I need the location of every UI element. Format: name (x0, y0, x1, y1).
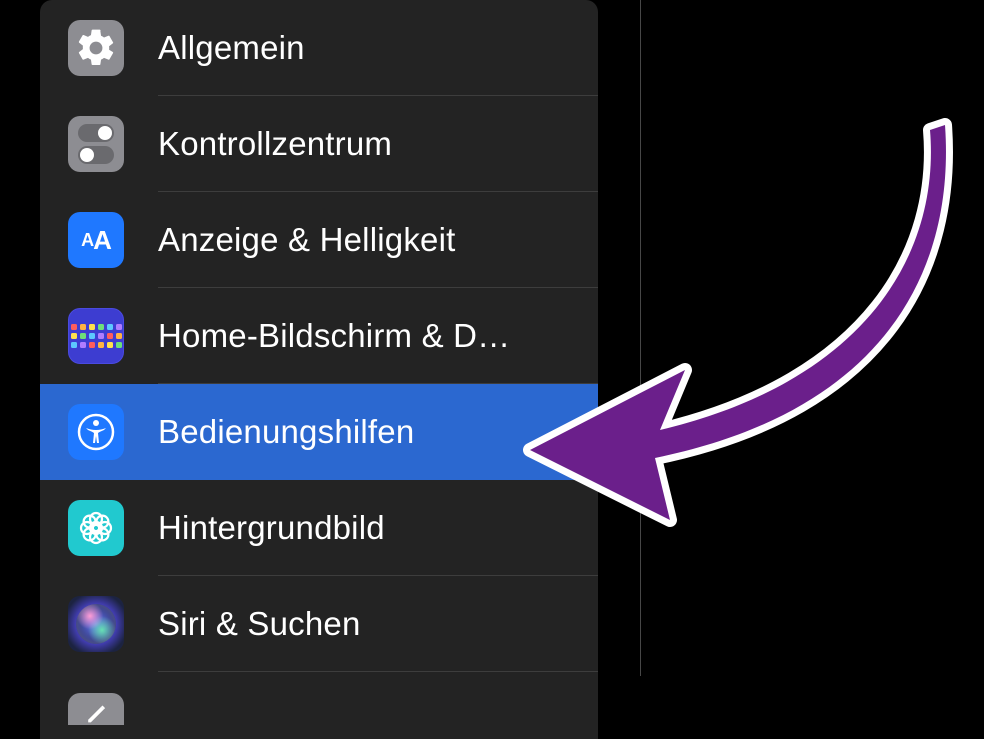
accessibility-icon (68, 404, 124, 460)
menu-item-label: Anzeige & Helligkeit (158, 221, 476, 259)
wallpaper-icon (68, 500, 124, 556)
menu-item-label: Bedienungshilfen (158, 413, 434, 451)
menu-item-siri[interactable]: Siri & Suchen (40, 576, 598, 672)
menu-item-accessibility[interactable]: Bedienungshilfen (40, 384, 598, 480)
menu-item-label: Home-Bildschirm & D… (158, 317, 530, 355)
menu-item-label: Hintergrundbild (158, 509, 405, 547)
menu-item-home-screen[interactable]: Home-Bildschirm & D… (40, 288, 598, 384)
pencil-icon (68, 693, 124, 725)
display-icon: AA (68, 212, 124, 268)
control-center-icon (68, 116, 124, 172)
vertical-separator (640, 0, 641, 676)
menu-item-label: Siri & Suchen (158, 605, 381, 643)
home-screen-icon (68, 308, 124, 364)
siri-icon (68, 596, 124, 652)
menu-item-display[interactable]: AA Anzeige & Helligkeit (40, 192, 598, 288)
menu-item-label: Kontrollzentrum (158, 125, 412, 163)
menu-item-general[interactable]: Allgemein (40, 0, 598, 96)
gear-icon (68, 20, 124, 76)
menu-item-control-center[interactable]: Kontrollzentrum (40, 96, 598, 192)
menu-item-wallpaper[interactable]: Hintergrundbild (40, 480, 598, 576)
menu-item-label: Allgemein (158, 29, 325, 67)
settings-sidebar: Allgemein Kontrollzentrum AA Anzeige & H… (40, 0, 598, 739)
menu-item-partial[interactable] (40, 672, 598, 725)
